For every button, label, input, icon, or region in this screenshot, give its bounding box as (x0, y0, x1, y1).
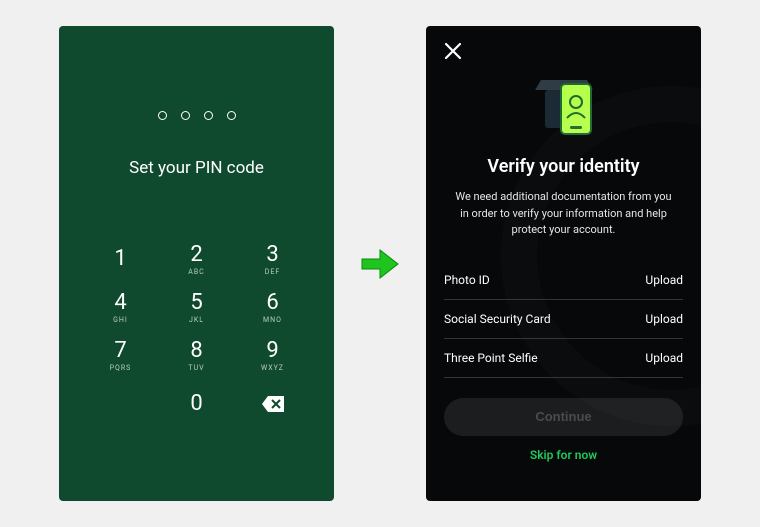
close-icon[interactable] (444, 42, 462, 60)
key-1[interactable]: 1 (86, 238, 156, 282)
key-8[interactable]: 8TUV (162, 334, 232, 378)
key-7[interactable]: 7PQRS (86, 334, 156, 378)
doc-label: Social Security Card (444, 312, 551, 326)
backspace-icon (261, 395, 285, 413)
key-3[interactable]: 3DEF (238, 238, 308, 282)
continue-button[interactable]: Continue (444, 398, 683, 436)
skip-link[interactable]: Skip for now (444, 448, 683, 462)
verify-title: Verify your identity (444, 156, 683, 177)
pin-title: Set your PIN code (129, 158, 264, 178)
key-2[interactable]: 2ABC (162, 238, 232, 282)
pin-indicator (158, 111, 236, 120)
pin-dot (227, 111, 236, 120)
key-6[interactable]: 6MNO (238, 286, 308, 330)
doc-row-selfie: Three Point Selfie Upload (444, 339, 683, 378)
key-empty (86, 382, 156, 426)
arrow-right-icon (358, 242, 402, 286)
key-0[interactable]: 0 (162, 382, 232, 426)
pin-dot (181, 111, 190, 120)
upload-link[interactable]: Upload (645, 273, 683, 287)
verify-description: We need additional documentation from yo… (444, 189, 683, 239)
doc-label: Photo ID (444, 273, 490, 287)
key-5[interactable]: 5JKL (162, 286, 232, 330)
pin-dot (158, 111, 167, 120)
identity-illustration (525, 72, 603, 138)
upload-link[interactable]: Upload (645, 351, 683, 365)
doc-label: Three Point Selfie (444, 351, 538, 365)
upload-link[interactable]: Upload (645, 312, 683, 326)
key-backspace[interactable] (238, 382, 308, 426)
doc-row-ssn-card: Social Security Card Upload (444, 300, 683, 339)
verify-screen: Verify your identity We need additional … (426, 26, 701, 501)
pin-screen: Set your PIN code 1 2ABC 3DEF 4GHI 5JKL … (59, 26, 334, 501)
key-9[interactable]: 9WXYZ (238, 334, 308, 378)
pin-dot (204, 111, 213, 120)
key-4[interactable]: 4GHI (86, 286, 156, 330)
keypad: 1 2ABC 3DEF 4GHI 5JKL 6MNO 7PQRS 8TUV 9W… (86, 238, 308, 426)
doc-row-photo-id: Photo ID Upload (444, 261, 683, 300)
